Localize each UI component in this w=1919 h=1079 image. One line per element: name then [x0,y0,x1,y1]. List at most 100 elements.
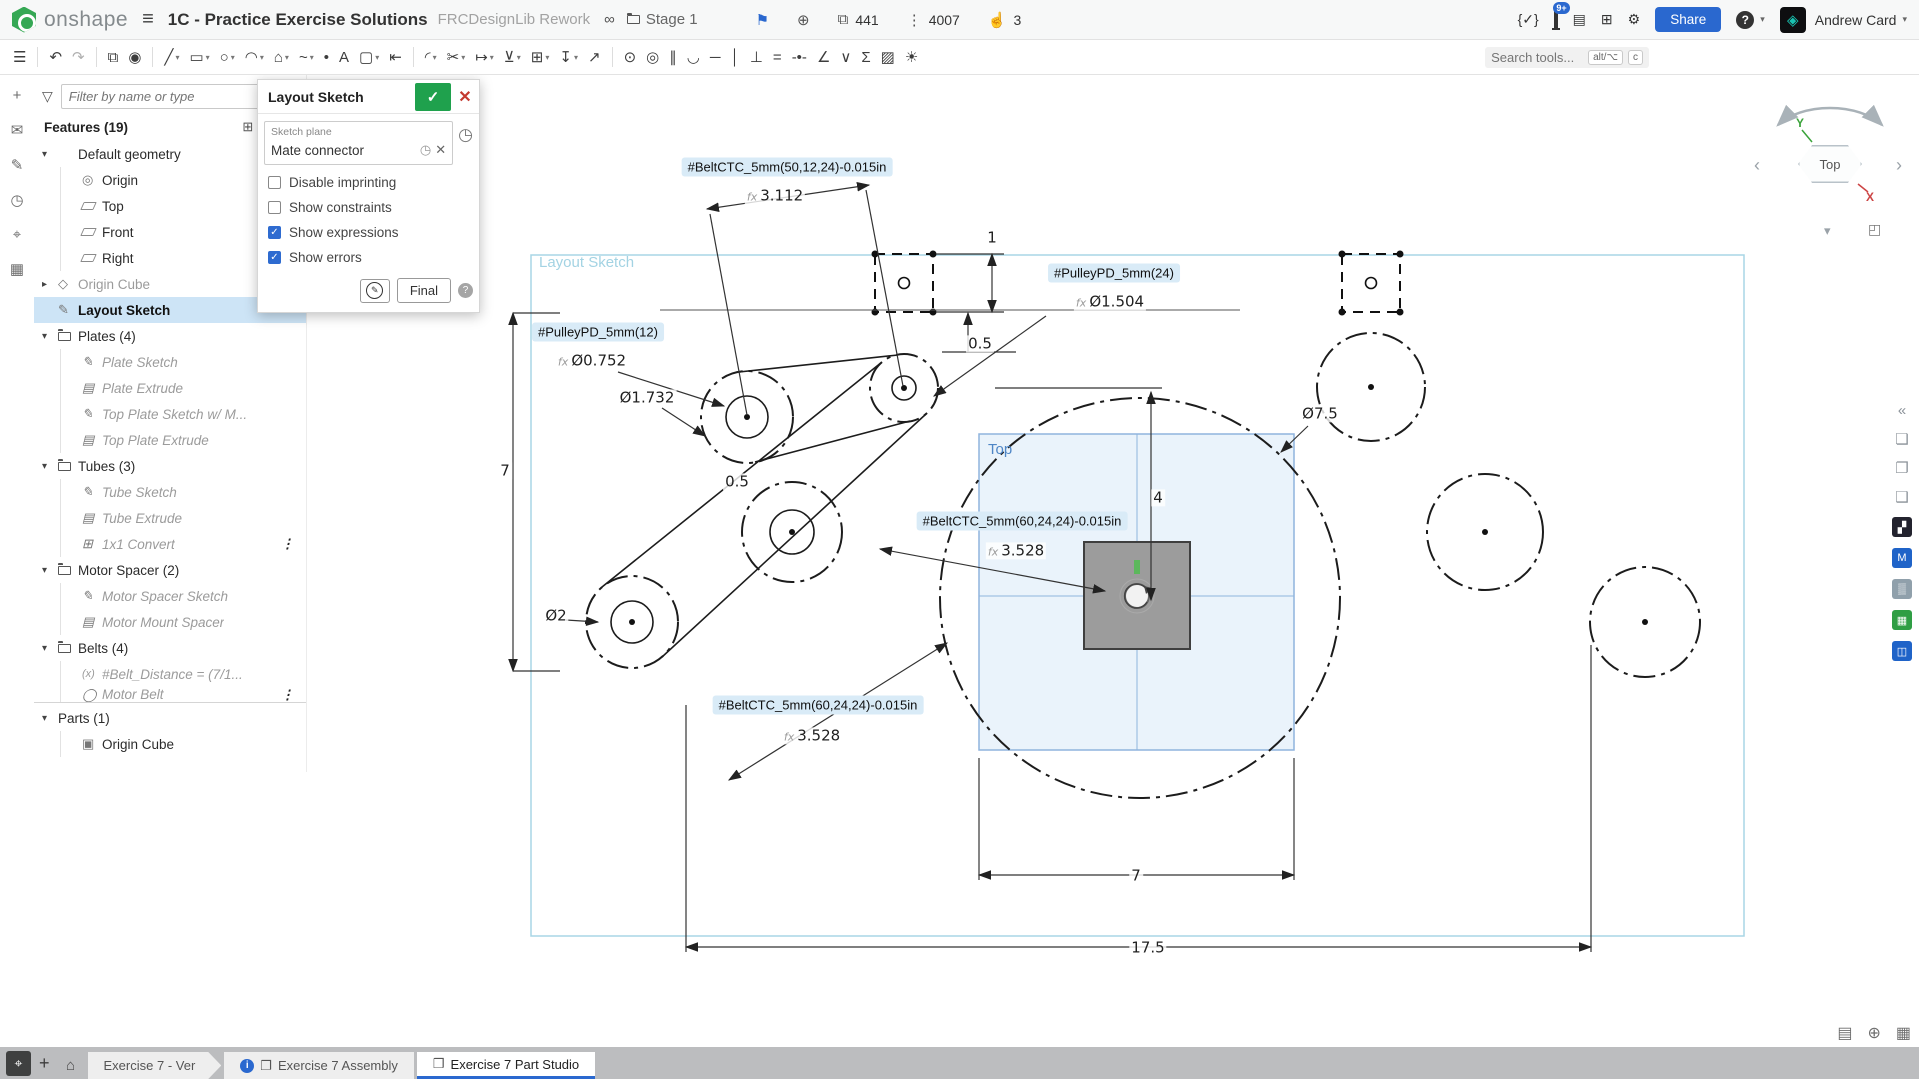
dock-props-icon[interactable]: ❑ [1895,488,1908,506]
likes-icon[interactable]: ☝ [988,11,1007,29]
notes-icon[interactable]: ✎ [11,156,24,174]
split-tool-icon[interactable]: ⊻▾ [500,45,525,69]
point-tool-icon[interactable]: • [320,46,333,69]
offset-tool-icon[interactable]: ⇤ [385,45,406,69]
app-mk-icon[interactable]: M [1892,548,1912,568]
menu-icon[interactable]: ≡ [142,8,154,31]
copies-icon[interactable]: ⧉ [838,11,849,28]
feature-row[interactable]: ▣Origin Cube [34,731,306,757]
checkbox-show-constraints[interactable]: Show constraints [268,200,469,215]
midpoint-constraint-icon[interactable]: -•- [788,46,811,69]
feature-row[interactable]: (x)#Belt_Distance = (7/1... [34,661,306,687]
equal-constraint-icon[interactable]: = [769,46,786,69]
feature-row[interactable]: ◯Motor Belt⋮ [34,687,306,702]
clear-selection-icon[interactable]: ✕ [435,142,446,158]
parallel-constraint-icon[interactable]: ∥ [665,45,681,69]
confirm-button[interactable]: ✓ [415,83,451,111]
projection-icon[interactable]: ▦ [1896,1023,1911,1043]
feature-row[interactable]: ✎Top Plate Sketch w/ M... [34,401,306,427]
dimension-1504[interactable]: fxØ1.504 [1074,293,1146,310]
document-title[interactable]: 1C - Practice Exercise Solutions [168,10,428,30]
expression-label-beltctc60-b[interactable]: #BeltCTC_5mm(60,24,24)-0.015in [713,696,924,715]
filter-icon[interactable]: ▽ [42,88,53,105]
link-icon[interactable]: ∞ [604,11,615,28]
app-dark-icon[interactable]: ▞ [1892,517,1912,537]
fillet-tool-icon[interactable]: ◜▾ [421,45,441,69]
redo-icon[interactable]: ↷ [68,45,89,69]
tasks-icon[interactable]: {✓} [1518,11,1539,28]
tree-caret-icon[interactable]: ▾ [42,149,58,160]
feature-row[interactable]: ▤Motor Mount Spacer [34,609,306,635]
dock-views-icon[interactable]: ❐ [1895,459,1908,477]
horizontal-constraint-icon[interactable]: ─ [706,46,725,69]
vertical-constraint-icon[interactable]: │ [726,46,743,69]
pattern-constraint-icon[interactable]: Σ [857,46,874,69]
feature-row[interactable]: ▾Motor Spacer (2) [34,557,306,583]
dimension-05-b[interactable]: 0.5 [723,473,751,490]
public-icon[interactable]: ⊕ [797,11,810,29]
symmetric-constraint-icon[interactable]: ∨ [836,45,855,69]
table-icon[interactable]: ▦ [10,260,24,278]
trim-tool-icon[interactable]: ✂▾ [443,45,470,69]
new-folder-icon[interactable]: ⊞ [242,119,253,135]
feature-row[interactable]: ✎Plate Sketch [34,349,306,375]
checkbox-icon[interactable] [268,201,281,214]
expression-label-beltctc50[interactable]: #BeltCTC_5mm(50,12,24)-0.015in [682,158,893,177]
expression-label-pulley24[interactable]: #PulleyPD_5mm(24) [1048,264,1180,283]
feature-row[interactable]: ▤Plate Extrude [34,375,306,401]
parts-header-row[interactable]: ▾Parts (1) [34,705,306,731]
tree-caret-icon[interactable]: ▾ [42,461,58,472]
sketch-list-icon[interactable]: ☰ [9,45,30,69]
onshape-logo-icon[interactable] [12,7,36,33]
pulley-block-left[interactable] [872,251,937,316]
user-caret-icon[interactable]: ▾ [1902,14,1907,25]
feature-row[interactable]: ▾Tubes (3) [34,453,306,479]
comment-icon[interactable]: ✉ [11,121,24,139]
app-store-icon[interactable]: ⊞ [1601,11,1613,28]
dimension-175[interactable]: 17.5 [1129,939,1166,956]
selection-history-icon[interactable]: ◷ [458,125,473,145]
app-blue-icon[interactable]: ◫ [1892,641,1912,661]
lookup-icon[interactable]: ⌖ [13,226,21,243]
breadcrumb-folder[interactable]: Stage 1 [646,11,698,28]
pattern-tool-icon[interactable]: ⊞▾ [527,45,554,69]
tree-caret-icon[interactable]: ▸ [42,279,58,290]
dimension-05-a[interactable]: 0.5 [966,335,994,352]
checkbox-icon[interactable] [268,176,281,189]
home-button[interactable]: ⌂ [58,1052,84,1078]
draft-toggle-button[interactable]: ✎ [360,279,390,303]
rotate-right-icon[interactable]: › [1896,156,1902,174]
dimension-3528-a[interactable]: fx3.528 [986,542,1046,559]
tree-caret-icon[interactable]: ▾ [42,713,58,724]
dimension-4[interactable]: 4 [1151,489,1165,506]
perpendicular-constraint-icon[interactable]: ⊥ [746,45,767,69]
stamp-icon[interactable]: ◉ [124,45,145,69]
app-green-icon[interactable]: ▦ [1892,610,1912,630]
checkbox-show-errors[interactable]: ✓Show errors [268,250,469,265]
spline-tool-icon[interactable]: ~▾ [295,46,318,69]
normal-constraint-icon[interactable]: ∠ [813,45,834,69]
checkbox-icon[interactable]: ✓ [268,226,281,239]
learning-center-icon[interactable]: ⚑ [756,11,769,29]
dialog-help-icon[interactable]: ? [458,283,473,298]
app-gray-icon[interactable]: ▒ [1892,579,1912,599]
line-tool-icon[interactable]: ╱▾ [160,45,183,69]
dimension-1[interactable]: 1 [985,229,999,246]
tab-assembly[interactable]: i❐Exercise 7 Assembly [224,1052,414,1079]
dimension-0752[interactable]: fxØ0.752 [556,352,628,369]
feature-row[interactable]: ▤Top Plate Extrude [34,427,306,453]
feature-row[interactable]: ▤Tube Extrude [34,505,306,531]
tab-version[interactable]: Exercise 7 - Ver [88,1052,222,1079]
search-tools-input[interactable] [1491,50,1583,65]
dimension-1732[interactable]: Ø1.732 [618,389,677,406]
fix-constraint-icon[interactable]: ☀ [901,45,922,69]
polygon-tool-icon[interactable]: ⌂▾ [270,46,293,69]
feature-row[interactable]: ✎Tube Sketch [34,479,306,505]
avatar[interactable]: ◈ [1780,7,1806,33]
release-notes-icon[interactable]: ▤ [1573,11,1586,28]
add-icon[interactable]: + [13,87,22,104]
tree-caret-icon[interactable]: ▾ [42,331,58,342]
ai-assistant-icon[interactable]: ⚙ [1628,11,1641,28]
dimension-7-bottom[interactable]: 7 [1129,867,1143,884]
checkbox-disable-imprinting[interactable]: Disable imprinting [268,175,469,190]
